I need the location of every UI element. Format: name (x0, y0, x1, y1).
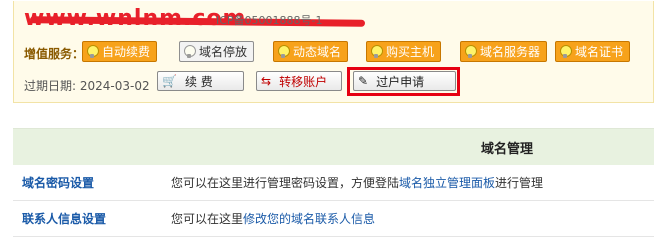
desc-prefix: 您可以在这里 (171, 212, 244, 226)
services-label: 增值服务： (24, 47, 85, 61)
icp-text: ICP备05001888号-1 (216, 14, 323, 27)
expiry-label: 过期日期: (24, 79, 77, 93)
desc-prefix: 您可以在这里进行管理密码设置，方便登陆 (171, 176, 400, 190)
bulb-icon (277, 44, 290, 59)
auto-renew-button[interactable]: 自动续费 (82, 41, 158, 62)
domain-certificate-button[interactable]: 域名证书 (555, 41, 631, 62)
control-panel-link[interactable]: 域名独立管理面板 (399, 176, 495, 190)
expiry-date: 2024-03-02 (79, 79, 150, 93)
renew-label: 续 费 (184, 74, 213, 89)
transfer-icon: ⇆ (261, 74, 272, 88)
management-title: 域名管理 (481, 141, 534, 157)
buy-host-button[interactable]: 购买主机 (366, 41, 442, 62)
table-row: 域名密码设置 您可以在这里进行管理密码设置，方便登陆域名独立管理面板进行管理 (13, 165, 654, 201)
dynamic-dns-button[interactable]: 动态域名 (273, 41, 349, 62)
transfer-account-label: 转移账户 (279, 74, 328, 89)
bulb-icon (464, 44, 477, 59)
transfer-account-button[interactable]: ⇆ 转移账户 (256, 71, 342, 91)
dns-server-label: 域名服务器 (480, 45, 541, 59)
domain-parking-button[interactable]: 域名停放 (179, 41, 255, 62)
row-description: 您可以在这里修改您的域名联系人信息 (171, 210, 375, 227)
bulb-icon (183, 44, 196, 59)
table-header: 域名管理 (13, 128, 654, 165)
domain-parking-label: 域名停放 (199, 45, 248, 59)
cart-icon: 🛒 (162, 74, 177, 88)
auto-renew-label: 自动续费 (102, 45, 151, 59)
bulb-icon (370, 44, 383, 59)
highlight-box (347, 67, 460, 96)
domain-management-table: 域名管理 域名密码设置 您可以在这里进行管理密码设置，方便登陆域名独立管理面板进… (13, 128, 654, 237)
password-settings-link[interactable]: 域名密码设置 (13, 174, 171, 191)
table-row: 联系人信息设置 您可以在这里修改您的域名联系人信息 (13, 201, 654, 237)
bulb-icon (86, 44, 99, 59)
dns-server-button[interactable]: 域名服务器 (460, 41, 548, 62)
contact-settings-link[interactable]: 联系人信息设置 (13, 210, 171, 227)
expiry-info: 过期日期: 2024-03-02 (24, 77, 150, 94)
row-description: 您可以在这里进行管理密码设置，方便登陆域名独立管理面板进行管理 (171, 174, 543, 191)
renew-button[interactable]: 🛒 续 费 (157, 71, 244, 91)
dynamic-dns-label: 动态域名 (293, 45, 342, 59)
buy-host-label: 购买主机 (386, 45, 435, 59)
desc-suffix: 进行管理 (495, 176, 544, 190)
bulb-icon (559, 44, 572, 59)
edit-contact-link[interactable]: 修改您的域名联系人信息 (243, 212, 375, 226)
domain-certificate-label: 域名证书 (575, 45, 624, 59)
